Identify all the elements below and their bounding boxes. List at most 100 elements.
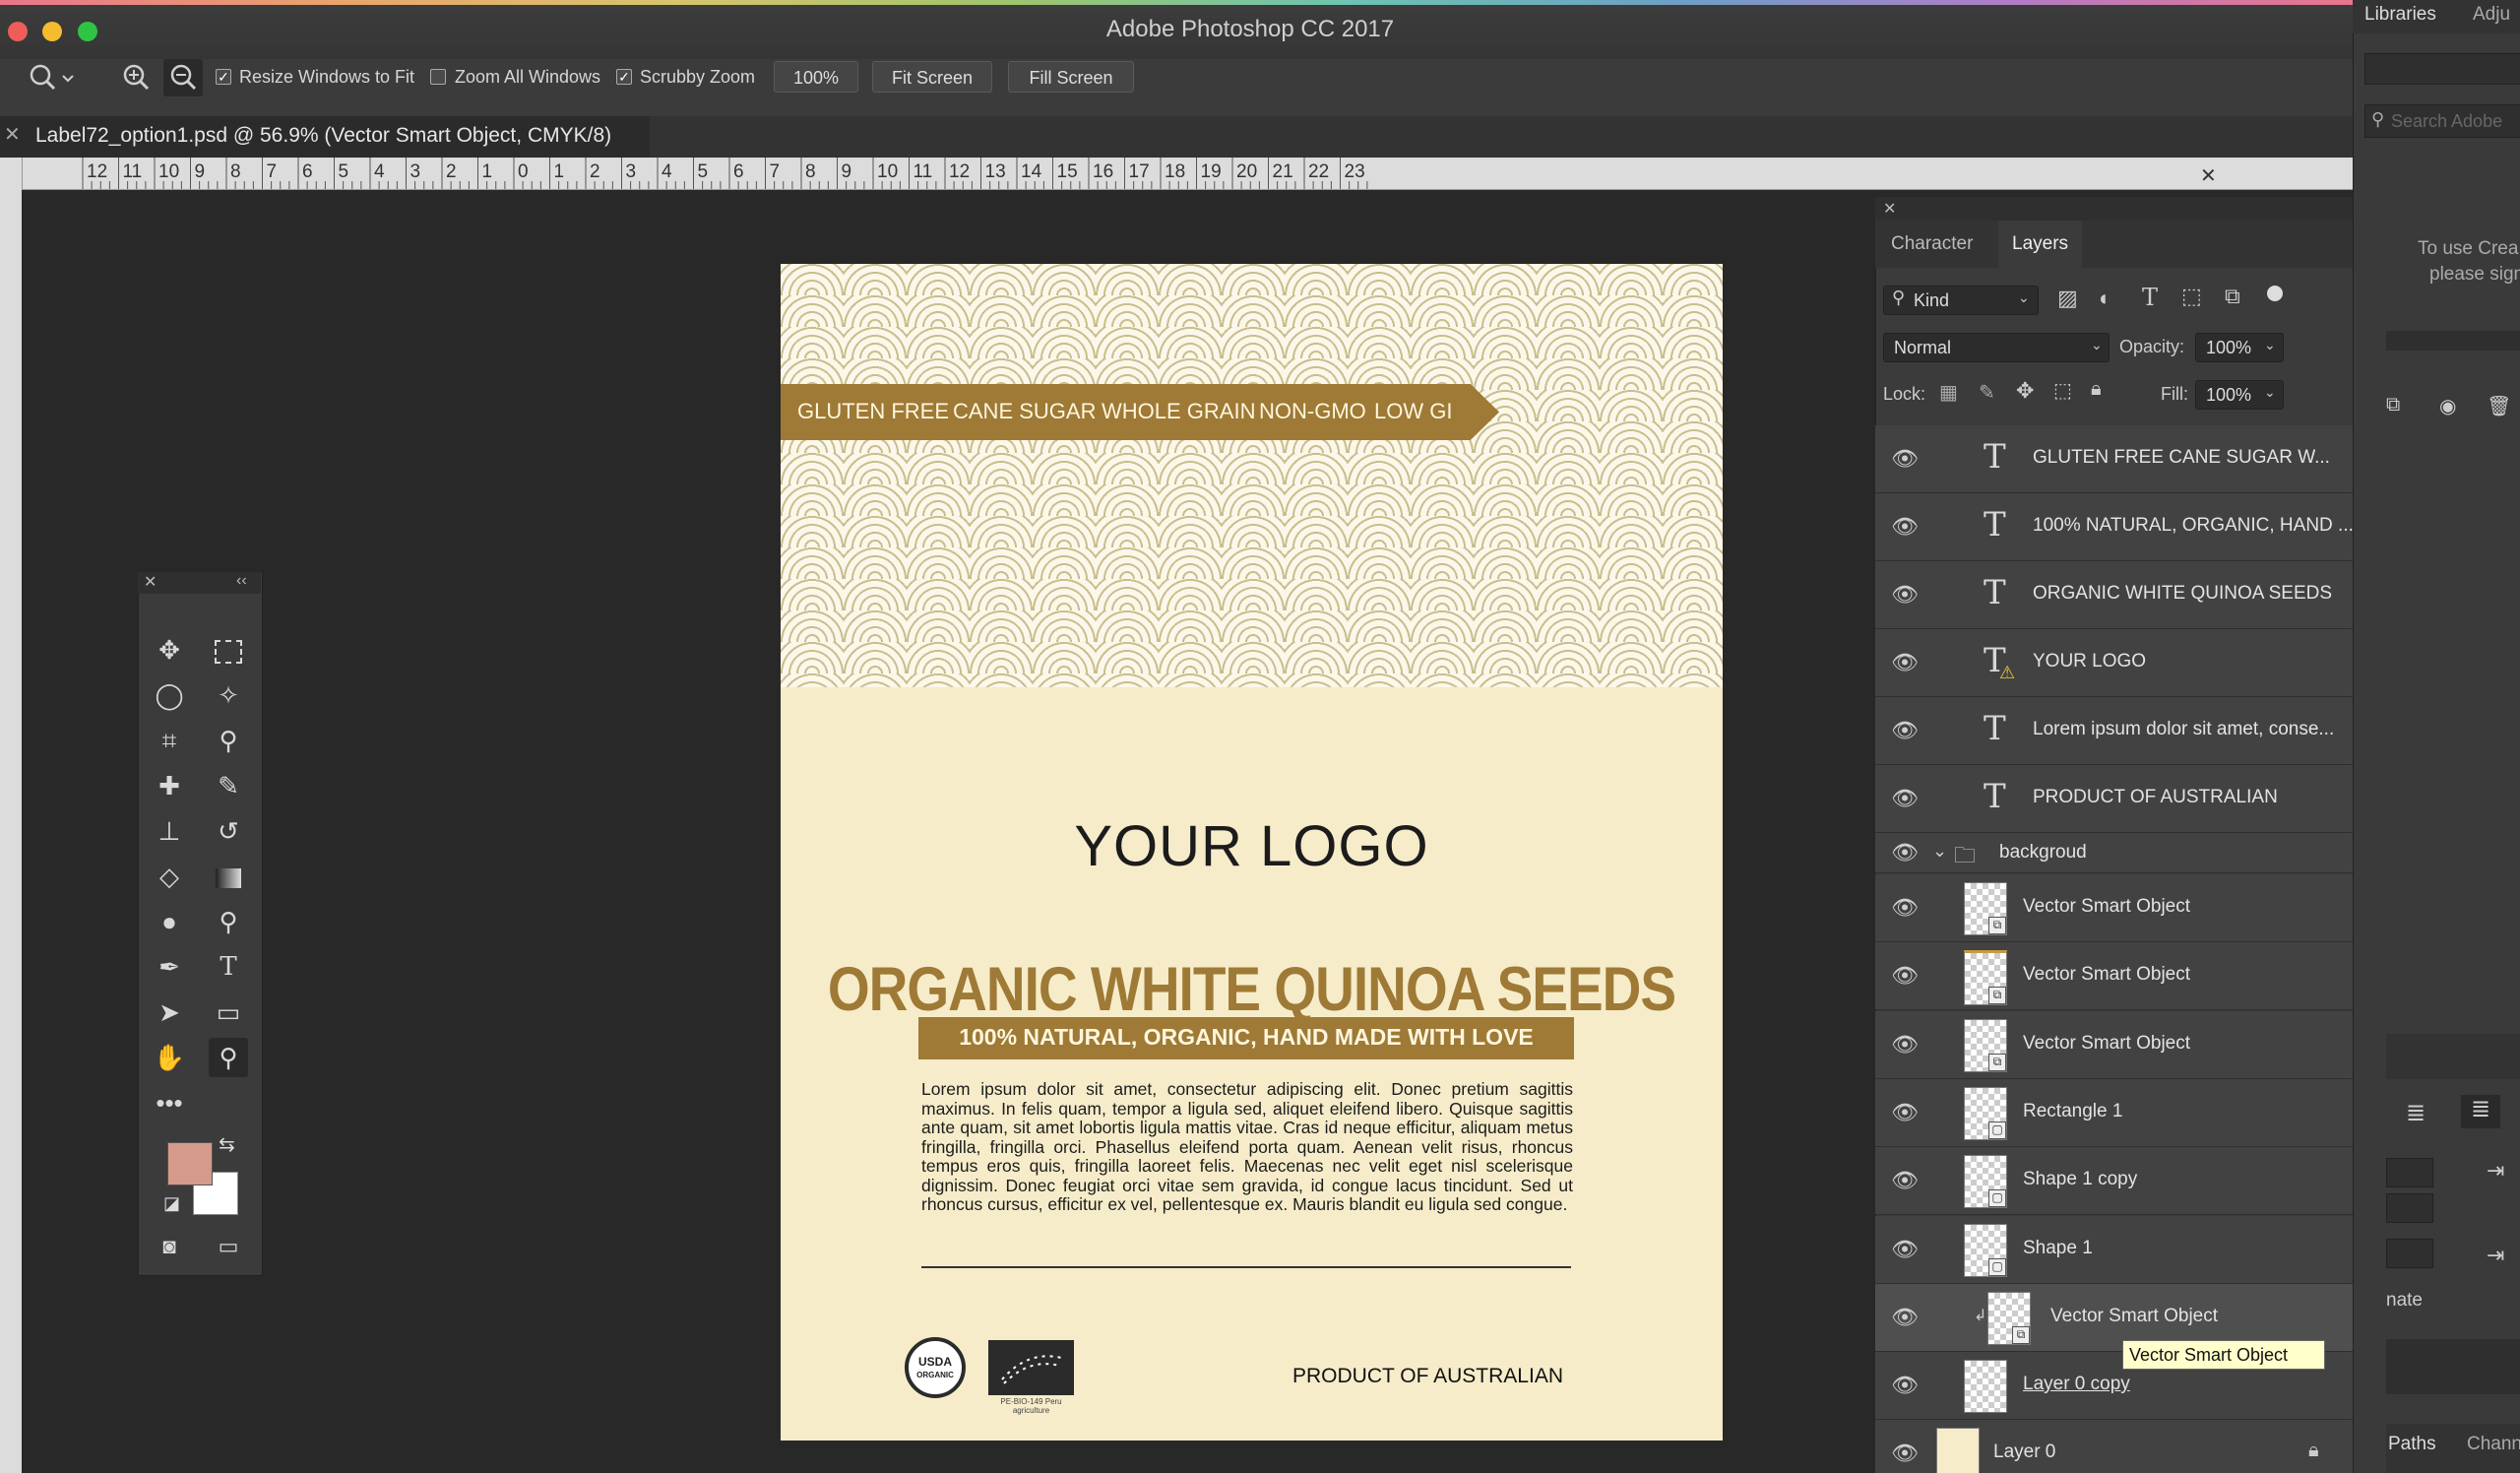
layer-row[interactable]: 👁︎ T 100% NATURAL, ORGANIC, HAND ... — [1875, 493, 2362, 561]
eraser-tool-icon[interactable]: ◇ — [150, 857, 189, 896]
hand-tool-icon[interactable]: ✋ — [150, 1038, 189, 1077]
tab-layers[interactable]: Layers — [1998, 221, 2083, 268]
layer-thumbnail[interactable]: ▢ — [1964, 1223, 2007, 1277]
scrubby-zoom-checkbox[interactable]: ✓ — [616, 69, 632, 85]
layer-row[interactable]: 👁︎ ⧉ Vector Smart Object — [1875, 1010, 2362, 1079]
indent-field[interactable] — [2386, 1158, 2433, 1187]
visibility-eye-icon[interactable]: 👁︎ — [1875, 1079, 1934, 1146]
library-select[interactable] — [2364, 53, 2520, 85]
layer-row[interactable]: 👁︎ T ORGANIC WHITE QUINOA SEEDS — [1875, 561, 2362, 629]
visibility-eye-icon[interactable]: 👁︎ — [1875, 765, 1934, 832]
trash-icon[interactable]: 🗑︎ — [2487, 394, 2511, 418]
visibility-eye-icon[interactable]: 👁︎ — [1875, 1216, 1934, 1283]
lock-position-icon[interactable]: ✥ — [2016, 378, 2034, 404]
camera-icon[interactable]: ◉ — [2439, 394, 2456, 418]
layer-row[interactable]: 👁︎ ⧉ Vector Smart Object — [1875, 942, 2362, 1011]
magic-wand-tool-icon[interactable]: ✧ — [209, 675, 248, 715]
tab-libraries[interactable]: Libraries — [2364, 4, 2436, 26]
filter-kind-select[interactable]: Kind — [1883, 286, 2039, 315]
visibility-eye-icon[interactable]: 👁︎ — [1875, 697, 1934, 764]
rectangle-tool-icon[interactable]: ▭ — [209, 993, 248, 1032]
swap-colors-icon[interactable]: ⇆ — [219, 1132, 235, 1157]
lasso-tool-icon[interactable]: ◯ — [150, 675, 189, 715]
indent-right-icon[interactable]: ⇥ — [2487, 1158, 2504, 1184]
foreground-color-swatch[interactable] — [167, 1142, 213, 1185]
filter-adjustment-icon[interactable]: ◐ — [2099, 286, 2111, 311]
horizontal-ruler[interactable]: 12 11 10 9 8 7 6 5 4 3 2 1 0 1 2 3 4 5 6 7 8 9 10 11 12 13 14 15 16 1… — [22, 158, 2353, 190]
layer-row[interactable]: 👁︎ ▢ Shape 1 — [1875, 1215, 2362, 1284]
close-tab-icon[interactable]: ✕ — [4, 122, 21, 147]
layer-row[interactable]: 👁︎ ▢ Rectangle 1 — [1875, 1078, 2362, 1147]
visibility-eye-icon[interactable]: 👁︎ — [1875, 561, 1934, 628]
layer-thumbnail[interactable]: ⧉ — [1964, 882, 2007, 935]
visibility-eye-icon[interactable]: 👁︎ — [1875, 1284, 1934, 1351]
visibility-eye-icon[interactable]: 👁︎ — [1875, 1352, 1934, 1419]
clone-stamp-tool-icon[interactable]: ⊥ — [150, 811, 189, 851]
space-before-field[interactable] — [2386, 1193, 2433, 1223]
layer-row[interactable]: 👁︎ T GLUTEN FREE CANE SUGAR W... — [1875, 425, 2362, 493]
lock-image-icon[interactable]: ✎ — [1979, 380, 1995, 405]
lock-transparent-icon[interactable]: ▦ — [1939, 380, 1958, 405]
eyedropper-tool-icon[interactable]: ⚲ — [209, 721, 248, 760]
tab-paths[interactable]: Paths — [2388, 1434, 2436, 1455]
gradient-tool-icon[interactable] — [209, 857, 248, 896]
layer-row[interactable]: 👁︎ T PRODUCT OF AUSTRALIAN — [1875, 765, 2362, 833]
blur-tool-icon[interactable]: ● — [150, 902, 189, 941]
fill-screen-button[interactable]: Fill Screen — [1008, 61, 1134, 93]
lock-artboard-icon[interactable]: ⬚ — [2053, 378, 2072, 403]
zoom-out-button[interactable] — [163, 59, 203, 96]
crop-tool-icon[interactable]: ⌗ — [150, 721, 189, 760]
quick-mask-icon[interactable]: ◙ — [150, 1227, 189, 1266]
layer-thumbnail[interactable]: ▢ — [1964, 1155, 2007, 1209]
filter-shape-icon[interactable]: ⬚ — [2181, 284, 2202, 309]
layer-thumbnail[interactable]: ⧉ — [1964, 950, 2007, 1006]
visibility-eye-icon[interactable]: 👁︎ — [1875, 874, 1934, 941]
space-after-field[interactable] — [2386, 1239, 2433, 1268]
path-selection-tool-icon[interactable]: ➤ — [150, 993, 189, 1032]
layer-row[interactable]: 👁︎ ▢ Shape 1 copy — [1875, 1147, 2362, 1216]
blend-mode-select[interactable]: Normal — [1883, 333, 2110, 362]
fit-screen-button[interactable]: Fit Screen — [872, 61, 992, 93]
visibility-eye-icon[interactable]: 👁︎ — [1875, 1147, 1934, 1214]
more-tools-icon[interactable]: ••• — [150, 1083, 189, 1122]
chevron-down-icon[interactable]: ⌄ — [1932, 841, 1947, 862]
tab-channels[interactable]: Chann — [2467, 1434, 2520, 1455]
type-tool-icon[interactable]: T — [209, 947, 248, 987]
vertical-ruler[interactable] — [0, 158, 23, 1473]
layer-thumbnail[interactable]: ⧉ — [1964, 1018, 2007, 1072]
tab-adjustments[interactable]: Adju — [2473, 4, 2510, 26]
zoom-100-button[interactable]: 100% — [774, 61, 858, 93]
align-right-icon[interactable]: ≣ — [2406, 1099, 2426, 1127]
zoom-all-windows-checkbox[interactable] — [430, 69, 446, 85]
brush-tool-icon[interactable]: ✎ — [209, 766, 248, 805]
history-brush-tool-icon[interactable]: ↺ — [209, 811, 248, 851]
healing-brush-tool-icon[interactable]: ✚ — [150, 766, 189, 805]
close-panel-icon[interactable]: ✕ — [144, 572, 157, 592]
screen-mode-icon[interactable]: ▭ — [209, 1227, 248, 1266]
move-tool-icon[interactable]: ✥ — [150, 630, 189, 670]
visibility-eye-icon[interactable]: 👁︎ — [1875, 1420, 1934, 1473]
default-colors-icon[interactable]: ◪ — [163, 1193, 180, 1214]
filter-pixel-icon[interactable]: ▨ — [2057, 286, 2078, 311]
visibility-eye-icon[interactable]: 👁︎ — [1875, 493, 1934, 560]
close-panel-icon[interactable]: ✕ — [1883, 199, 1896, 219]
layer-row[interactable]: 👁︎ ⧉ Vector Smart Object — [1875, 874, 2362, 942]
tab-character[interactable]: Character — [1877, 221, 1986, 268]
tools-panel-header[interactable]: ✕ ‹‹ — [138, 572, 261, 594]
layer-thumbnail[interactable] — [1936, 1428, 1980, 1473]
layer-thumbnail[interactable]: ▢ — [1964, 1086, 2007, 1140]
visibility-eye-icon[interactable]: 👁︎ — [1875, 942, 1934, 1009]
zoom-tool-selected-icon[interactable]: ⚲ — [209, 1038, 248, 1077]
dodge-tool-icon[interactable]: ⚲ — [209, 902, 248, 941]
visibility-eye-icon[interactable]: 👁︎ — [1875, 629, 1934, 696]
visibility-eye-icon[interactable]: 👁︎ — [1875, 1011, 1934, 1078]
space-after-icon[interactable]: ⇥ — [2487, 1243, 2504, 1268]
filter-smart-object-icon[interactable]: ⧉ — [2225, 284, 2240, 309]
layer-group-row[interactable]: 👁︎ ⌄ 🗀︎ backgroud — [1875, 833, 2362, 873]
lock-all-icon[interactable]: 🔒︎ — [2091, 378, 2102, 401]
filter-type-icon[interactable]: T — [2142, 284, 2158, 311]
new-item-icon[interactable]: ⧉ — [2386, 394, 2400, 416]
filter-toggle-icon[interactable] — [2267, 286, 2283, 301]
pen-tool-icon[interactable]: ✒ — [150, 947, 189, 987]
justify-icon[interactable]: ≣ — [2461, 1095, 2500, 1128]
